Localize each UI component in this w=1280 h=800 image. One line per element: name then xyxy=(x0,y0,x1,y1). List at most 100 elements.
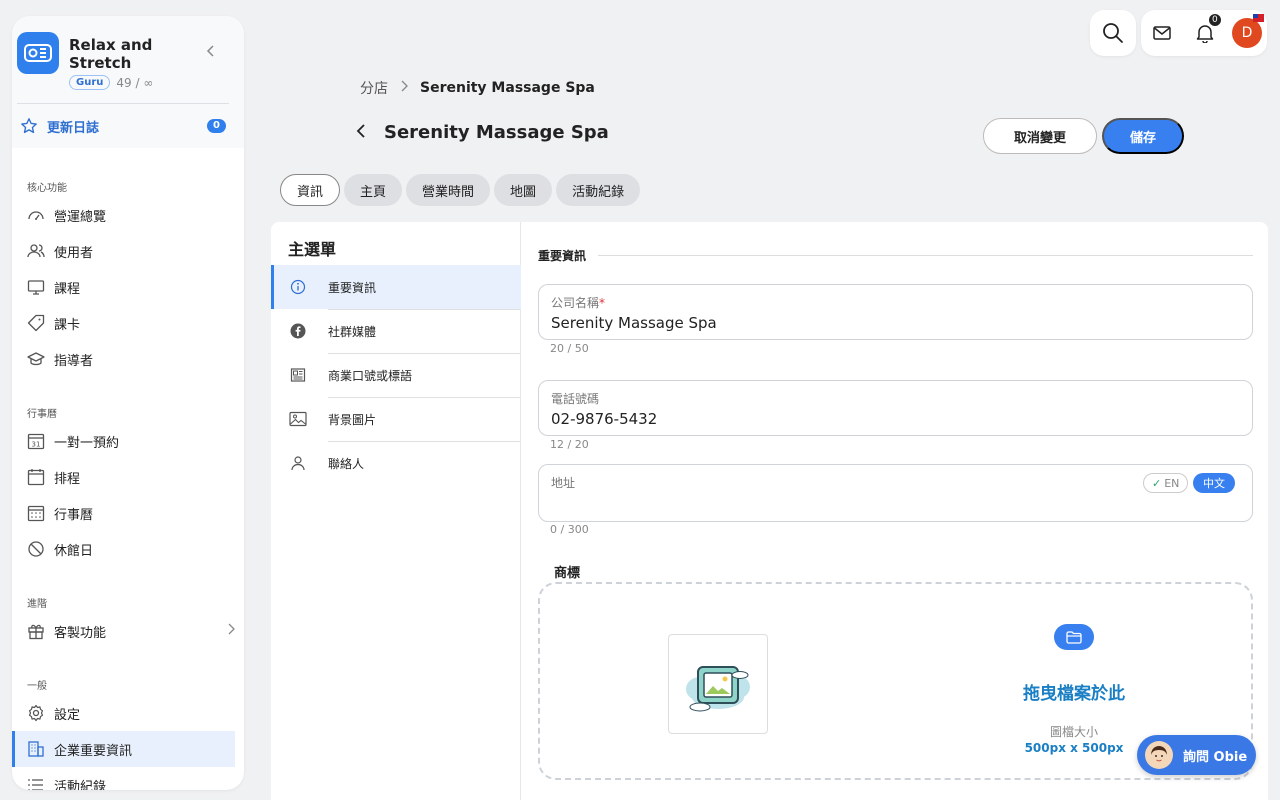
sidebar-item-users[interactable]: 使用者 xyxy=(27,233,235,269)
breadcrumb: 分店 Serenity Massage Spa xyxy=(360,78,595,98)
check-icon: ✓ xyxy=(1152,476,1162,490)
sidebar-item-label: 休館日 xyxy=(54,543,94,559)
changelog-count-badge: 0 xyxy=(207,119,226,133)
language-toggle-zh[interactable]: 中文 xyxy=(1193,473,1235,493)
page-title: Serenity Massage Spa xyxy=(384,122,609,143)
sidebar-item-instructors[interactable]: 指導者 xyxy=(27,341,235,377)
tab-info[interactable]: 資訊 xyxy=(280,174,341,206)
submenu: 主選單 重要資訊 社群媒體 商業口號或標語 背景圖片 聯絡人 xyxy=(271,222,521,800)
notification-count-badge: 0 xyxy=(1209,14,1221,26)
sidebar-item-passes[interactable]: 課卡 xyxy=(27,305,235,341)
sidebar-item-label: 營運總覽 xyxy=(54,209,107,225)
submenu-item-key-info[interactable]: 重要資訊 xyxy=(271,265,521,309)
chevron-left-icon xyxy=(206,45,214,57)
tab-map[interactable]: 地圖 xyxy=(494,174,553,206)
submenu-item-slogan[interactable]: 商業口號或標語 xyxy=(271,353,521,397)
image-size-label: 圖檔大小 xyxy=(1049,725,1098,739)
phone-counter: 12 / 20 xyxy=(550,438,589,451)
company-name-field[interactable]: 公司名稱* Serenity Massage Spa xyxy=(538,284,1253,340)
sidebar-item-business-info[interactable]: 企業重要資訊 xyxy=(12,731,235,767)
sidebar-item-custom[interactable]: 客製功能 xyxy=(27,613,235,649)
lang-en-label: EN xyxy=(1164,476,1180,490)
section-title-advanced: 進階 xyxy=(27,599,47,610)
section-heading: 重要資訊 xyxy=(538,247,1253,264)
chevron-right-icon xyxy=(400,80,408,96)
sidebar-item-holidays[interactable]: 休館日 xyxy=(27,531,235,567)
building-icon xyxy=(27,740,45,758)
submenu-title: 主選單 xyxy=(288,240,337,259)
section-title-calendar: 行事曆 xyxy=(27,409,57,420)
sidebar-item-calendar[interactable]: 行事曆 xyxy=(27,495,235,531)
sidebar-item-schedule[interactable]: 排程 xyxy=(27,459,235,495)
sidebar-item-label: 企業重要資訊 xyxy=(54,743,133,759)
sidebar-item-label: 課卡 xyxy=(54,317,81,333)
back-button[interactable] xyxy=(356,122,366,143)
mail-button[interactable] xyxy=(1152,23,1172,43)
submenu-item-contacts[interactable]: 聯絡人 xyxy=(271,441,521,485)
tab-business-hours[interactable]: 營業時間 xyxy=(406,174,491,206)
submenu-item-social-media[interactable]: 社群媒體 xyxy=(271,309,521,353)
newspaper-icon xyxy=(289,366,307,384)
image-icon xyxy=(289,410,307,428)
tab-bar: 資訊 主頁 營業時間 地圖 活動紀錄 xyxy=(280,174,641,206)
changelog-link[interactable]: 更新日誌 0 xyxy=(20,116,226,136)
logo-label: 商標 xyxy=(554,566,581,581)
address-field[interactable]: 地址 ✓ EN 中文 xyxy=(538,464,1253,522)
phone-field[interactable]: 電話號碼 02-9876-5432 xyxy=(538,380,1253,436)
sidebar-item-label: 使用者 xyxy=(54,245,94,261)
tab-activity-log[interactable]: 活動紀錄 xyxy=(556,174,641,206)
mail-icon xyxy=(1153,26,1171,40)
sidebar-item-activity-log[interactable]: 活動紀錄 xyxy=(27,767,235,790)
bell-icon xyxy=(1196,25,1214,43)
sidebar-item-courses[interactable]: 課程 xyxy=(27,269,235,305)
notifications-button[interactable] xyxy=(1195,23,1215,43)
main-card: 主選單 重要資訊 社群媒體 商業口號或標語 背景圖片 聯絡人 重要資訊 公司名稱… xyxy=(271,222,1268,800)
dashboard-icon xyxy=(27,206,45,224)
phone-label: 電話號碼 xyxy=(551,392,600,406)
users-icon xyxy=(27,242,45,260)
search-button[interactable] xyxy=(1090,10,1136,56)
app-logo-icon xyxy=(17,32,59,74)
browse-files-button[interactable] xyxy=(1054,624,1094,650)
calendar-grid-icon xyxy=(27,504,45,522)
ask-assistant-button[interactable]: 詢問 Obie xyxy=(1137,735,1256,775)
submenu-item-label: 重要資訊 xyxy=(328,280,377,295)
search-icon xyxy=(1103,23,1123,43)
sidebar-item-dashboard[interactable]: 營運總覽 xyxy=(27,197,235,233)
divider xyxy=(598,255,1253,256)
form-area: 重要資訊 公司名稱* Serenity Massage Spa 20 / 50 … xyxy=(538,222,1268,800)
calendar-31-icon: 31 xyxy=(27,432,45,450)
image-placeholder-icon xyxy=(686,666,750,712)
submenu-item-background-image[interactable]: 背景圖片 xyxy=(271,397,521,441)
sidebar-item-label: 課程 xyxy=(54,281,81,297)
section-title-core: 核心功能 xyxy=(27,183,67,194)
svg-text:31: 31 xyxy=(32,441,41,449)
graduation-cap-icon xyxy=(27,350,45,368)
company-name-value: Serenity Massage Spa xyxy=(551,314,717,332)
tab-homepage[interactable]: 主頁 xyxy=(344,174,403,206)
user-avatar[interactable]: D xyxy=(1232,18,1262,48)
changelog-label: 更新日誌 xyxy=(47,120,100,136)
cancel-changes-button[interactable]: 取消變更 xyxy=(983,118,1097,154)
sidebar-item-settings[interactable]: 設定 xyxy=(27,695,235,731)
save-button[interactable]: 儲存 xyxy=(1102,118,1184,154)
sidebar-item-label: 行事曆 xyxy=(54,507,94,523)
drop-files-text: 拖曳檔案於此 xyxy=(1023,684,1125,704)
sidebar-item-label: 指導者 xyxy=(54,353,94,369)
company-name-counter: 20 / 50 xyxy=(550,342,589,355)
chevron-left-icon xyxy=(356,124,365,138)
required-mark: * xyxy=(599,296,606,310)
ban-icon xyxy=(27,540,45,558)
workspace-header: Relax and Stretch Guru 49 / ∞ 更新日誌 0 xyxy=(12,16,244,148)
address-counter: 0 / 300 xyxy=(550,523,589,536)
list-icon xyxy=(27,776,45,790)
language-toggle-en[interactable]: ✓ EN xyxy=(1143,473,1189,493)
sidebar-item-label: 排程 xyxy=(54,471,81,487)
sidebar-item-one-on-one[interactable]: 31 一對一預約 xyxy=(27,423,235,459)
collapse-sidebar-button[interactable] xyxy=(206,42,216,61)
plan-row: Guru 49 / ∞ xyxy=(69,75,153,90)
folder-icon xyxy=(1066,630,1082,644)
sidebar: Relax and Stretch Guru 49 / ∞ 更新日誌 0 核心功… xyxy=(12,16,244,790)
info-icon xyxy=(289,278,307,296)
breadcrumb-parent-link[interactable]: 分店 xyxy=(360,78,388,98)
